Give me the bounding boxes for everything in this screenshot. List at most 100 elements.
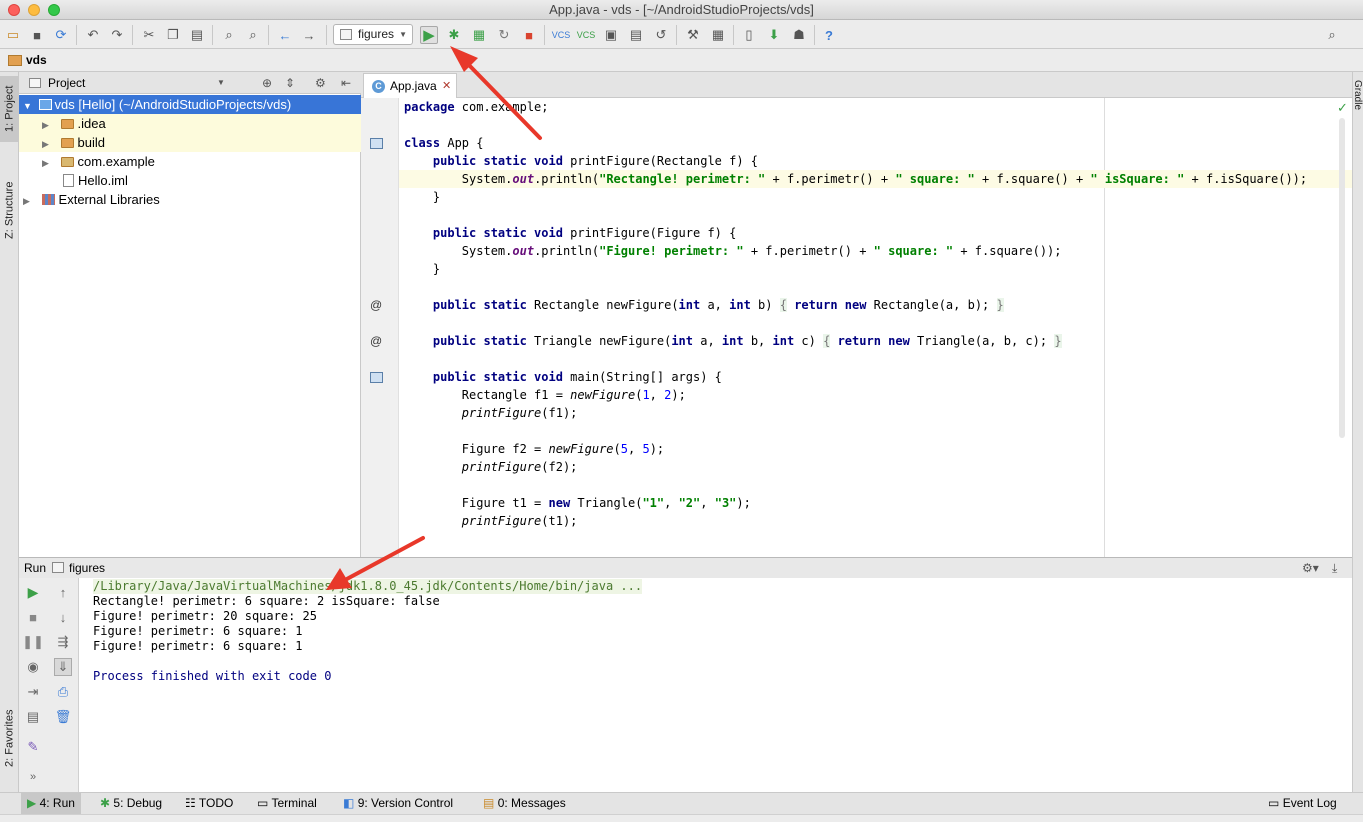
tab-run-tool[interactable]: ▶ 4: Run — [21, 793, 81, 814]
tab-event-log-tool[interactable]: ▭ Event Log — [1262, 793, 1343, 814]
more-icon[interactable]: » — [24, 768, 42, 786]
code-line: Figure f2 = newFigure(5, 5); — [404, 442, 665, 456]
open-folder-icon[interactable]: ▭ — [4, 26, 22, 44]
undo-icon[interactable]: ↶ — [84, 26, 102, 44]
collapsed-arrow-icon: ▶ — [23, 196, 30, 206]
collapsed-arrow-icon: ▶ — [42, 120, 49, 130]
project-panel-header: Project ▼ ⊕ ⇕ ⚙ ⇤ — [19, 72, 361, 94]
stop-icon[interactable]: ■ — [520, 26, 538, 44]
tab-debug-tool[interactable]: ✱ 5: Debug — [94, 793, 168, 814]
vcs-history-icon[interactable]: ▤ — [627, 26, 645, 44]
close-tab-icon[interactable]: ✕ — [442, 74, 451, 98]
folder-icon — [60, 138, 74, 148]
find-icon[interactable]: ⌕ — [220, 26, 238, 44]
vcs-update-icon[interactable]: VCS — [552, 26, 571, 44]
vcs-compare-icon[interactable]: ▣ — [602, 26, 620, 44]
soft-wrap-icon[interactable]: ⇶ — [54, 633, 72, 651]
avd-manager-icon[interactable]: ▯ — [740, 26, 758, 44]
scroll-down-icon[interactable]: ↓ — [54, 608, 72, 626]
configuration-icon — [340, 29, 352, 40]
folder-icon — [8, 55, 22, 66]
settings-wrench-icon[interactable]: ⚒ — [684, 26, 702, 44]
project-structure-icon[interactable]: ▦ — [709, 26, 727, 44]
code-line: public static Triangle newFigure(int a, … — [432, 334, 1062, 348]
tab-structure-tool[interactable]: Z: Structure — [0, 170, 19, 250]
sync-icon[interactable]: ⟳ — [52, 26, 70, 44]
vcs-revert-icon[interactable]: ↺ — [652, 26, 670, 44]
configuration-icon — [52, 562, 64, 573]
clear-all-icon[interactable]: 🗑 — [54, 708, 72, 726]
coverage-icon[interactable]: ▦ — [470, 26, 488, 44]
run-main-gutter-icon[interactable] — [370, 372, 383, 383]
attach-debugger-icon[interactable]: ↻ — [495, 26, 513, 44]
hide-panel-icon[interactable]: ⇤ — [341, 72, 351, 94]
code-line: class App { — [404, 136, 484, 150]
debug-bug-icon: ✱ — [100, 796, 111, 810]
chevron-down-icon[interactable]: ▼ — [217, 72, 225, 94]
replace-icon[interactable]: ⌕ — [244, 26, 262, 44]
paste-icon[interactable]: ▤ — [188, 26, 206, 44]
collapse-all-icon[interactable]: ⇕ — [285, 72, 295, 94]
tab-todo-tool[interactable]: ☷ TODO — [179, 793, 239, 814]
vcs-commit-icon[interactable]: VCS — [577, 26, 596, 44]
tab-app-java[interactable]: C App.java ✕ — [363, 73, 457, 98]
expanded-arrow-icon: ▼ — [23, 101, 32, 111]
project-view-selector[interactable]: Project — [48, 72, 85, 94]
stop-icon[interactable]: ■ — [24, 608, 42, 626]
run-config-label: figures — [358, 27, 395, 41]
scroll-to-end-icon[interactable]: ⇓ — [54, 658, 72, 676]
tab-messages-tool[interactable]: ▤ 0: Messages — [477, 793, 572, 814]
tree-item-hello-iml[interactable]: Hello.iml — [19, 171, 361, 190]
run-config-tab[interactable]: figures — [69, 558, 105, 578]
tab-terminal-tool[interactable]: ▭ Terminal — [251, 793, 323, 814]
dump-threads-icon[interactable]: ◉ — [24, 658, 42, 676]
android-device-monitor-icon[interactable]: ☗ — [790, 26, 808, 44]
editor-scrollbar[interactable] — [1339, 118, 1345, 438]
run-configuration-select[interactable]: figures ▼ — [333, 24, 413, 45]
console-output[interactable]: /Library/Java/JavaVirtualMachines/jdk1.8… — [79, 578, 1352, 793]
save-icon[interactable]: ■ — [28, 26, 46, 44]
forward-icon[interactable]: → — [300, 26, 318, 44]
tab-gradle-tool[interactable]: Gradle — [1352, 80, 1363, 110]
cut-icon[interactable]: ✂ — [140, 26, 158, 44]
annotation-gutter-icon[interactable]: @ — [370, 334, 382, 348]
tab-project-tool[interactable]: 1: Project — [0, 76, 19, 142]
scroll-from-source-icon[interactable]: ⊕ — [262, 72, 272, 94]
debug-bug-icon[interactable]: ✱ — [445, 26, 463, 44]
tree-item-vds-module[interactable]: ▼ vds [Hello] (~/AndroidStudioProjects/v… — [19, 95, 361, 114]
project-panel: Project ▼ ⊕ ⇕ ⚙ ⇤ ▼ vds [Hello] (~/Andro… — [19, 72, 361, 557]
exit-icon[interactable]: ⇥ — [24, 683, 42, 701]
tab-version-control-tool[interactable]: ◧ 9: Version Control — [337, 793, 459, 814]
help-icon[interactable]: ? — [820, 26, 838, 44]
title-bar: App.java - vds - [~/AndroidStudioProject… — [0, 0, 1363, 20]
redo-icon[interactable]: ↷ — [108, 26, 126, 44]
breadcrumb[interactable]: vds — [26, 50, 47, 71]
code-area[interactable]: package com.example; class App { public … — [399, 98, 1352, 557]
overrides-gutter-icon[interactable] — [370, 138, 383, 149]
hide-panel-icon[interactable]: ⤓ — [1332, 558, 1337, 578]
restore-layout-icon[interactable]: ▤ — [24, 708, 42, 726]
search-everywhere-icon[interactable]: ⌕ — [1323, 26, 1341, 44]
copy-icon[interactable]: ❐ — [164, 26, 182, 44]
gear-icon[interactable]: ⚙▾ — [1302, 558, 1319, 578]
annotation-gutter-icon[interactable]: @ — [370, 298, 382, 312]
rerun-icon[interactable]: ▶ — [24, 583, 42, 601]
tree-item-build[interactable]: ▶ build — [19, 133, 361, 152]
scroll-up-icon[interactable]: ↑ — [54, 583, 72, 601]
back-icon[interactable]: ← — [276, 26, 294, 44]
zoom-window-button[interactable] — [48, 4, 60, 16]
gear-icon[interactable]: ⚙ — [315, 72, 326, 94]
pause-icon[interactable]: ❚❚ — [22, 633, 44, 651]
close-window-button[interactable] — [8, 4, 20, 16]
package-icon — [60, 157, 74, 167]
sdk-manager-icon[interactable]: ⬇ — [765, 26, 783, 44]
tree-item-external-libraries[interactable]: ▶ External Libraries — [19, 190, 361, 209]
pin-tab-icon[interactable]: ✎ — [24, 738, 42, 756]
run-button[interactable]: ▶ — [420, 26, 438, 44]
code-line: printFigure(f2); — [461, 460, 578, 474]
print-icon[interactable]: ⎙ — [54, 683, 72, 701]
tab-favorites-tool[interactable]: 2: Favorites — [0, 692, 19, 784]
tree-item-com-example[interactable]: ▶ com.example — [19, 152, 361, 171]
tree-item-idea[interactable]: ▶ .idea — [19, 114, 361, 133]
minimize-window-button[interactable] — [28, 4, 40, 16]
